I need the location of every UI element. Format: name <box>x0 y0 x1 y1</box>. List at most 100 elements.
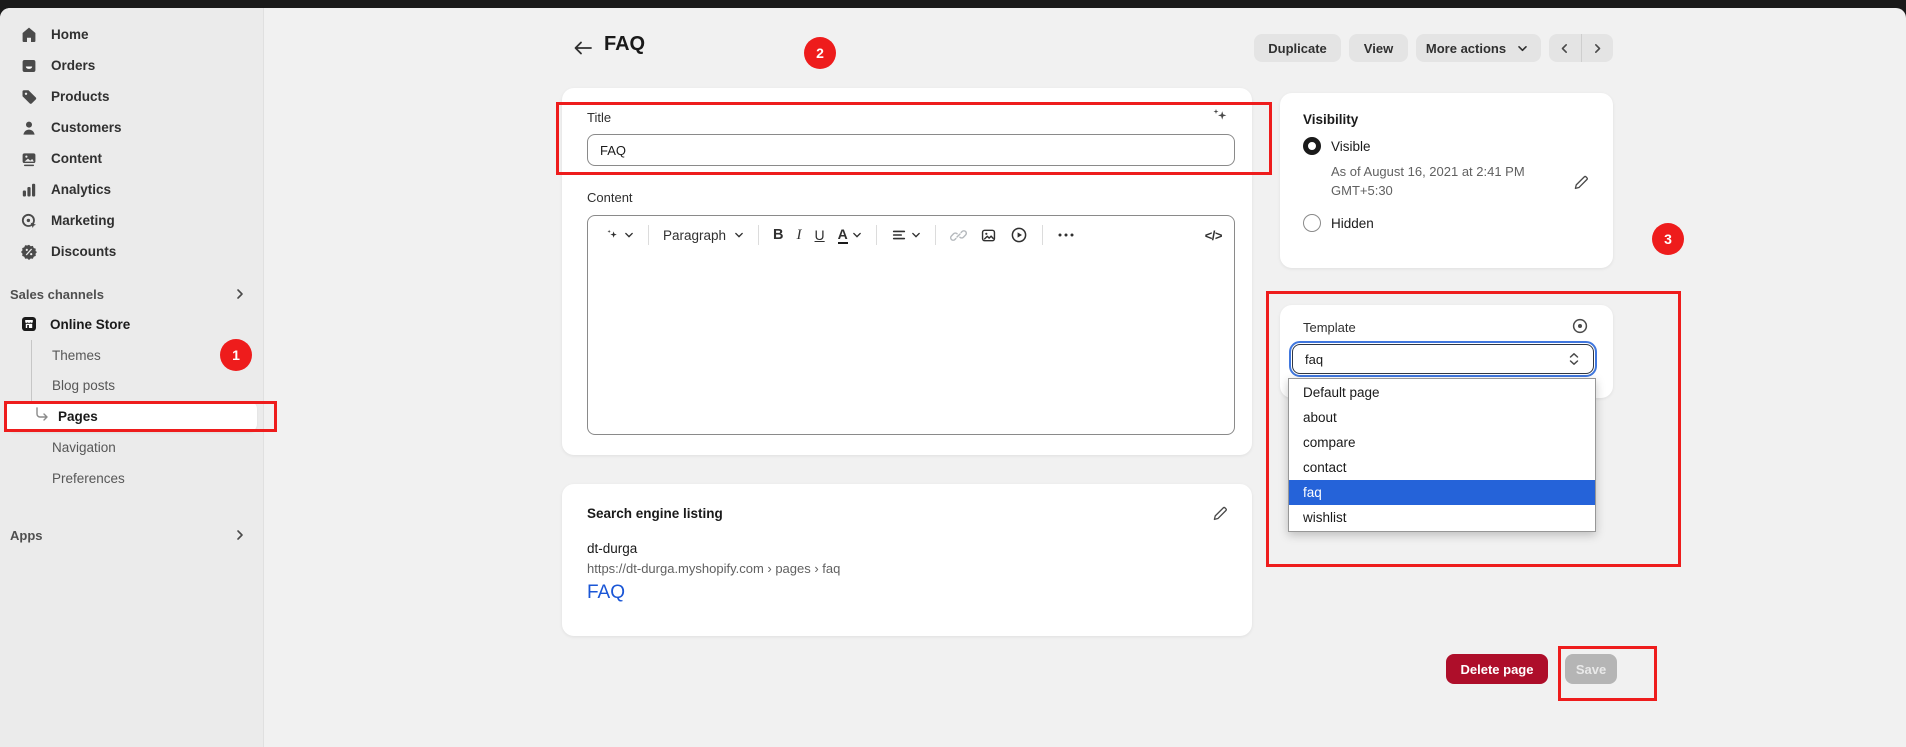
duplicate-button[interactable]: Duplicate <box>1254 34 1341 62</box>
chevron-right-icon <box>231 529 249 541</box>
home-icon <box>20 26 38 44</box>
hidden-radio-option[interactable]: Hidden <box>1303 214 1374 232</box>
back-button[interactable] <box>572 38 594 58</box>
dropdown-option-about[interactable]: about <box>1289 405 1595 430</box>
template-select[interactable]: faq <box>1292 344 1594 374</box>
seo-page-title-link[interactable]: FAQ <box>587 582 625 604</box>
page-title: FAQ <box>604 33 645 56</box>
view-button[interactable]: View <box>1349 34 1408 62</box>
sidebar-item-label: Customers <box>51 120 122 135</box>
apps-label: Apps <box>10 528 43 543</box>
sidebar-item-orders[interactable]: Orders <box>0 50 263 81</box>
dropdown-option-wishlist[interactable]: wishlist <box>1289 505 1595 530</box>
insert-link-button[interactable] <box>948 225 969 246</box>
template-dropdown-list: Default page about compare contact faq w… <box>1288 378 1596 532</box>
template-heading: Template <box>1303 320 1356 335</box>
more-formatting-button[interactable] <box>1055 230 1077 240</box>
preferences-label: Preferences <box>52 471 125 486</box>
sidebar-item-home[interactable]: Home <box>0 19 263 50</box>
sidebar-item-pages[interactable]: Pages <box>6 401 257 432</box>
italic-button[interactable]: I <box>795 225 804 246</box>
sidebar-item-products[interactable]: Products <box>0 81 263 112</box>
marketing-icon <box>20 212 38 230</box>
sidebar-item-label: Content <box>51 151 102 166</box>
tree-hook-arrow-icon <box>32 407 50 428</box>
discount-icon <box>20 243 38 261</box>
toolbar-divider <box>876 225 877 245</box>
template-selected-value: faq <box>1305 352 1323 367</box>
html-code-button[interactable]: </> <box>1203 226 1224 245</box>
dropdown-option-contact[interactable]: contact <box>1289 455 1595 480</box>
bar-chart-icon <box>20 181 38 199</box>
chevron-down-icon <box>911 230 921 240</box>
sidebar-item-themes[interactable]: Themes <box>0 340 257 370</box>
alignment-button[interactable] <box>889 225 923 245</box>
sidebar-item-marketing[interactable]: Marketing <box>0 205 263 236</box>
ai-assistant-button[interactable] <box>602 225 636 245</box>
sidebar-item-blog-posts[interactable]: Blog posts <box>0 370 257 400</box>
toolbar-divider <box>935 225 936 245</box>
sidebar-section-apps[interactable]: Apps <box>10 525 249 545</box>
title-input[interactable] <box>587 134 1235 166</box>
seo-card-heading: Search engine listing <box>587 506 723 521</box>
visible-date-line1: As of August 16, 2021 at 2:41 PM <box>1331 162 1525 181</box>
visibility-heading: Visibility <box>1303 112 1358 127</box>
editor-body[interactable] <box>588 254 1234 434</box>
sidebar-item-customers[interactable]: Customers <box>0 112 263 143</box>
pagination-group <box>1549 34 1613 62</box>
sidebar-item-discounts[interactable]: Discounts <box>0 236 263 267</box>
text-color-button[interactable]: A <box>836 225 864 246</box>
delete-page-button[interactable]: Delete page <box>1446 654 1548 684</box>
annotation-step-badge-1: 1 <box>220 339 252 371</box>
hidden-label: Hidden <box>1331 216 1374 231</box>
content-label: Content <box>587 190 633 205</box>
previous-page-button[interactable] <box>1549 34 1582 62</box>
sidebar-item-label: Marketing <box>51 213 115 228</box>
view-label: View <box>1364 41 1393 56</box>
seo-site-name: dt-durga <box>587 541 637 556</box>
visible-date-line2: GMT+5:30 <box>1331 181 1393 200</box>
sidebar-item-label: Products <box>51 89 110 104</box>
sidebar-item-navigation[interactable]: Navigation <box>0 432 257 462</box>
shopify-admin-window: Home Orders Products Customers Content A… <box>0 0 1906 747</box>
sidebar-section-sales-channels[interactable]: Sales channels <box>10 284 249 304</box>
sales-channels-label: Sales channels <box>10 287 104 302</box>
sidebar-item-content[interactable]: Content <box>0 143 263 174</box>
dropdown-option-compare[interactable]: compare <box>1289 430 1595 455</box>
toolbar-divider <box>1042 225 1043 245</box>
radio-unselected-icon <box>1303 214 1321 232</box>
pages-label: Pages <box>58 409 98 424</box>
rich-text-editor: Paragraph B I U A <box>587 215 1235 435</box>
annotation-step-badge-3: 3 <box>1652 223 1684 255</box>
bold-button[interactable]: B <box>771 225 785 245</box>
insert-video-button[interactable] <box>1008 224 1030 246</box>
paragraph-label: Paragraph <box>663 228 726 243</box>
insert-image-button[interactable] <box>978 225 999 246</box>
underline-button[interactable]: U <box>813 225 827 245</box>
sidebar-item-preferences[interactable]: Preferences <box>0 463 257 493</box>
paragraph-style-dropdown[interactable]: Paragraph <box>661 226 746 245</box>
title-label: Title <box>587 110 611 125</box>
dropdown-option-default-page[interactable]: Default page <box>1289 380 1595 405</box>
chevron-down-icon <box>734 230 744 240</box>
magic-sparkle-icon[interactable] <box>1210 106 1230 131</box>
dropdown-option-faq[interactable]: faq <box>1289 480 1595 505</box>
more-actions-label: More actions <box>1426 41 1506 56</box>
visible-radio-option[interactable]: Visible <box>1303 137 1371 155</box>
save-button[interactable]: Save <box>1565 654 1617 684</box>
edit-pencil-icon[interactable] <box>1211 504 1228 526</box>
sidebar-item-online-store[interactable]: Online Store <box>20 311 253 337</box>
visible-label: Visible <box>1331 139 1371 154</box>
duplicate-label: Duplicate <box>1268 41 1327 56</box>
sidebar-nav: Home Orders Products Customers Content A… <box>0 19 263 267</box>
chevron-down-icon <box>1513 43 1531 54</box>
sidebar-item-label: Home <box>51 27 89 42</box>
next-page-button[interactable] <box>1582 34 1614 62</box>
online-store-label: Online Store <box>50 317 130 332</box>
annotation-step-badge-2: 2 <box>804 37 836 69</box>
sidebar-item-label: Discounts <box>51 244 116 259</box>
sidebar-item-analytics[interactable]: Analytics <box>0 174 263 205</box>
edit-pencil-icon[interactable] <box>1572 173 1589 195</box>
more-actions-button[interactable]: More actions <box>1416 34 1541 62</box>
preview-eye-icon[interactable] <box>1571 317 1589 340</box>
